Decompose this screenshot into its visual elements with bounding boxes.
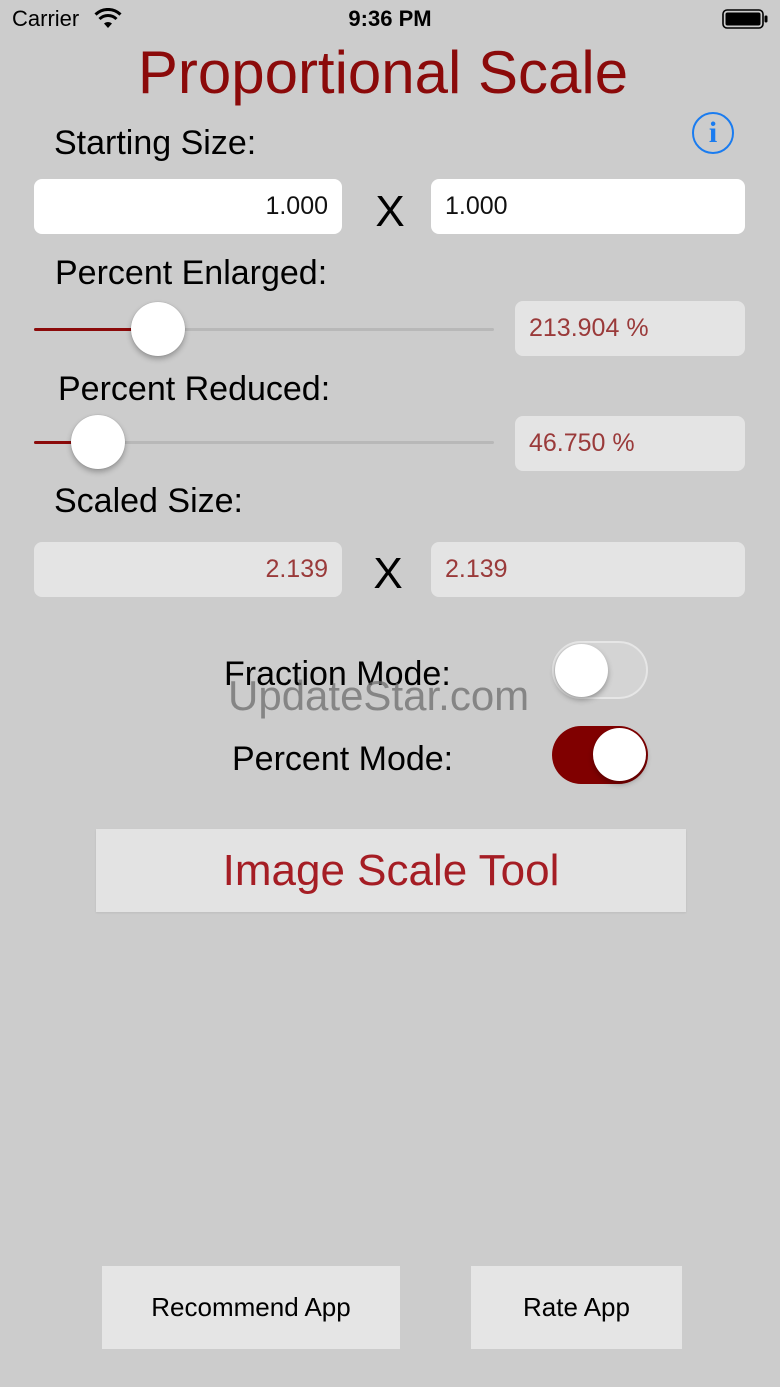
scaled-width-value: 2.139 [34,542,342,597]
battery-icon [722,9,768,29]
slider-thumb[interactable] [70,415,125,469]
scaled-height-value: 2.139 [431,542,745,597]
watermark: UpdateStar.com [228,672,530,719]
percent-reduced-label: Percent Reduced: [58,370,331,408]
percent-enlarged-label: Percent Enlarged: [55,254,328,292]
recommend-app-button[interactable]: Recommend App [102,1266,400,1349]
scaled-size-separator: X [373,549,403,598]
page-title: Proportional Scale [137,39,629,106]
toggle-knob [555,644,608,697]
status-time: 9:36 PM [348,6,432,31]
percent-enlarged-value: 213.904 % [515,301,745,356]
starting-height-input[interactable]: 1.000 [431,179,745,234]
scaled-size-label: Scaled Size: [54,482,243,520]
image-scale-tool-button[interactable]: Image Scale Tool [96,829,686,912]
percent-mode-toggle[interactable] [552,726,648,784]
starting-width-input[interactable]: 1.000 [34,179,342,234]
rate-app-button[interactable]: Rate App [471,1266,682,1349]
percent-reduced-value: 46.750 % [515,416,745,471]
percent-enlarged-slider[interactable] [34,302,494,356]
percent-reduced-slider[interactable] [34,415,494,469]
starting-size-separator: X [375,187,405,236]
starting-size-label: Starting Size: [54,124,257,162]
toggle-knob [593,728,646,781]
fraction-mode-toggle[interactable] [552,641,648,699]
slider-thumb[interactable] [131,302,186,356]
info-icon[interactable]: i [692,112,734,154]
percent-mode-label: Percent Mode: [232,740,454,778]
